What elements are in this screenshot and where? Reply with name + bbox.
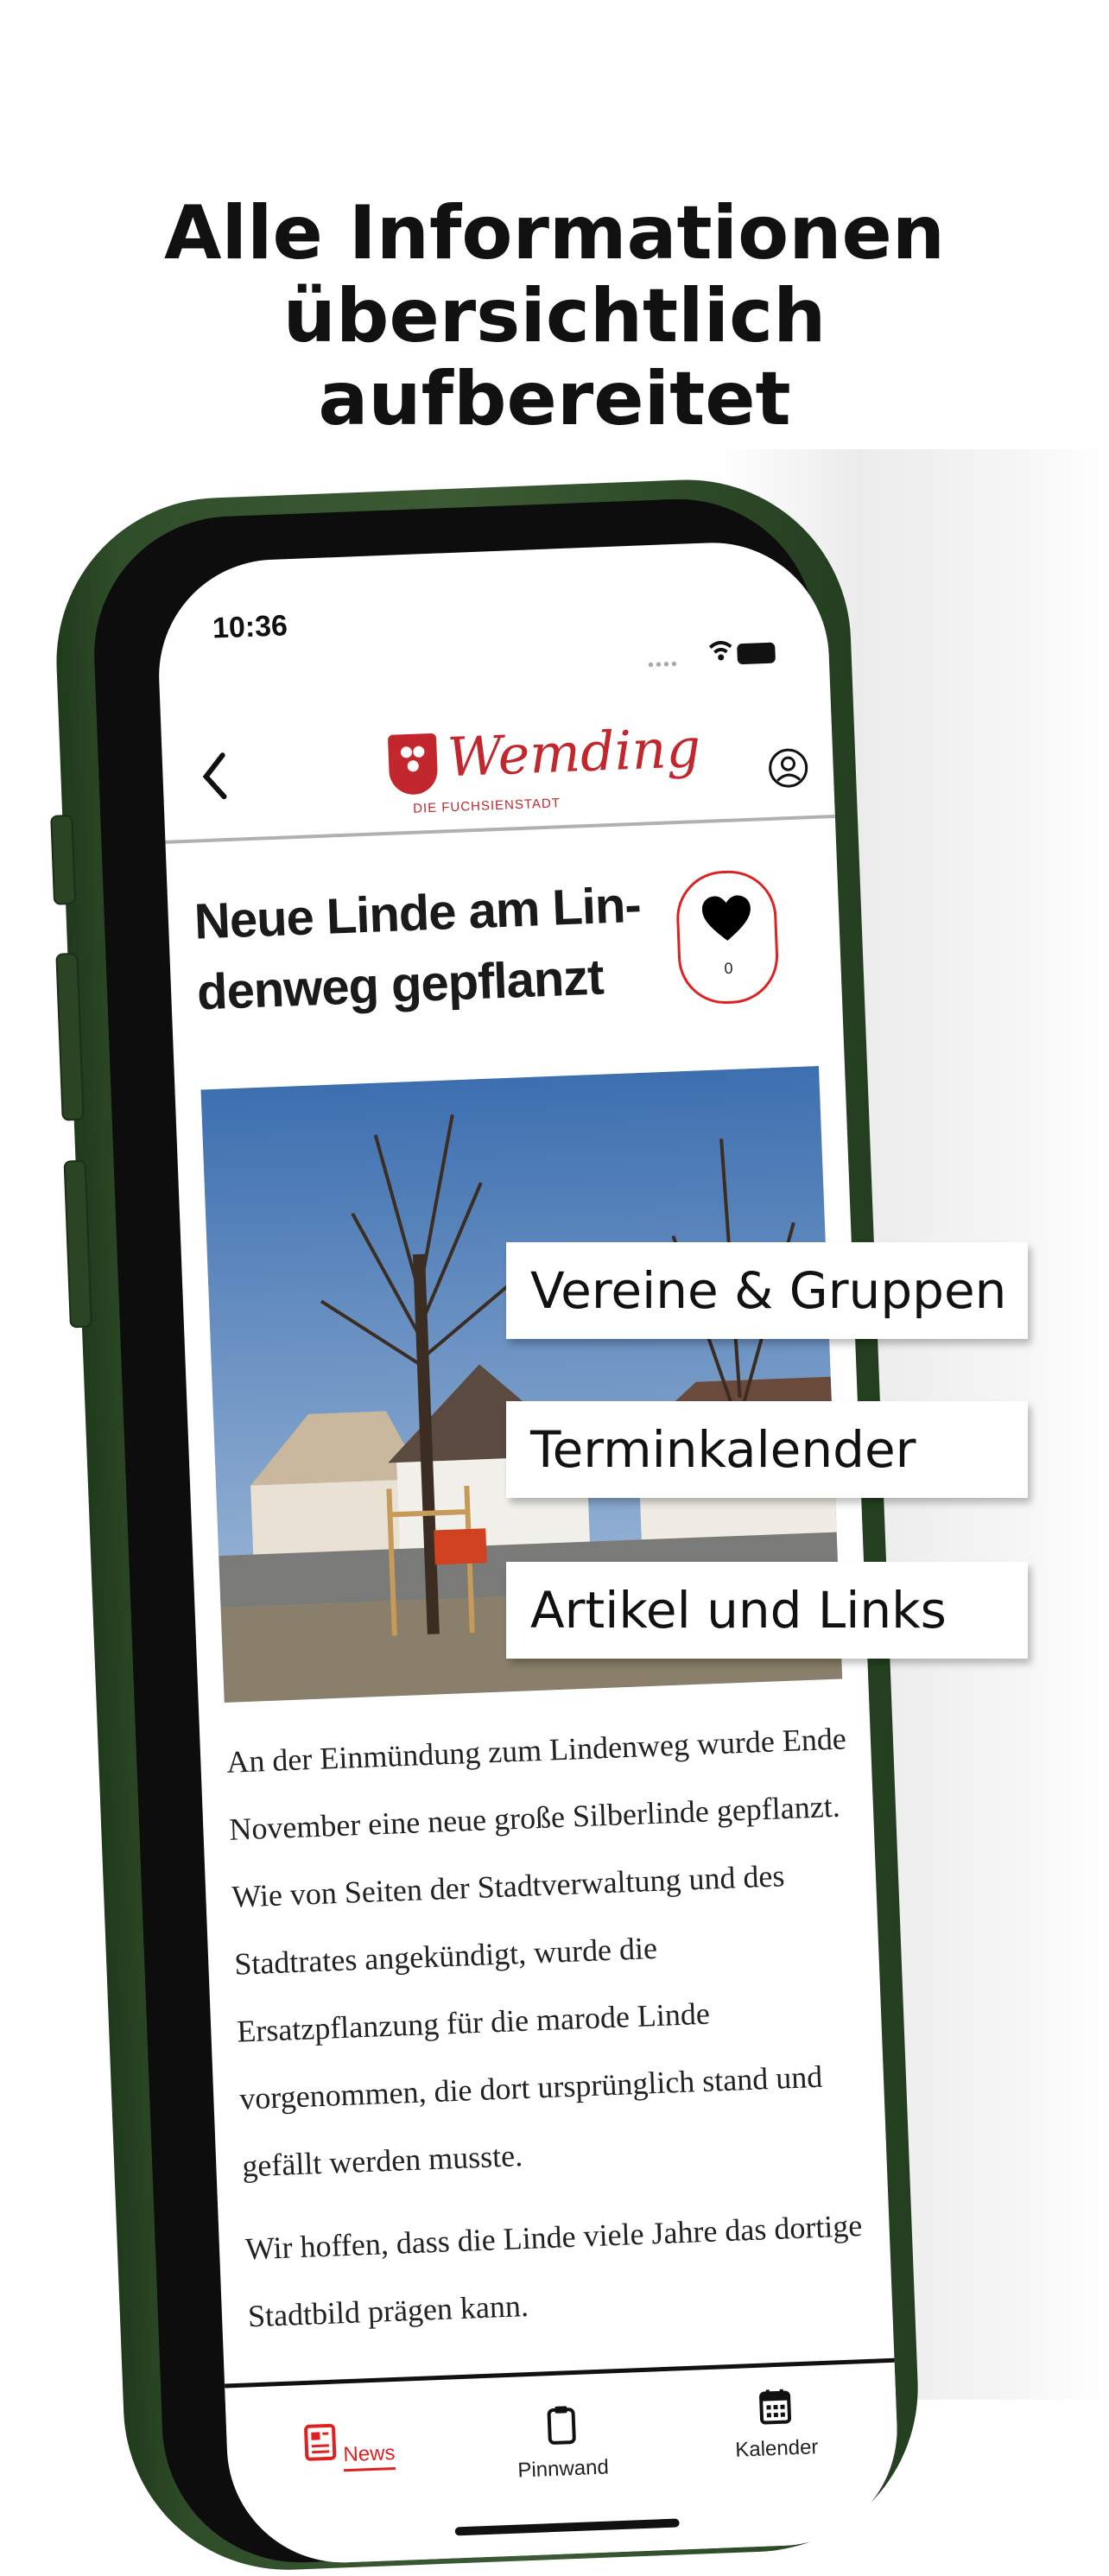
calendar-icon: [757, 2387, 794, 2427]
top-navigation: Wemding DIE FUCHSIENSTADT: [160, 676, 835, 844]
page-headline: Alle Informationen übersichtlich aufbere…: [0, 192, 1109, 441]
phone-screen: 10:36 •••• Wemding DIE FUCHSIENSTADT: [155, 538, 901, 2566]
logo-name: Wemding: [447, 716, 702, 789]
signal-icon: ••••: [648, 655, 680, 676]
article-paragraph-2: Wir hoffen, dass die Linde viele Jahre d…: [244, 2192, 871, 2351]
status-icons: ••••: [647, 635, 795, 675]
heart-icon: [700, 893, 753, 947]
headline-line-3: aufbereitet: [0, 358, 1109, 441]
phone-bezel: 10:36 •••• Wemding DIE FUCHSIENSTADT: [89, 494, 889, 2567]
logo-tagline: DIE FUCHSIENSTADT: [413, 796, 561, 816]
wemding-logo: Wemding DIE FUCHSIENSTADT: [388, 720, 607, 823]
bottom-tab-bar: News Pinnwand: [225, 2358, 902, 2567]
battery-icon: [737, 643, 776, 665]
tab-pinnwand[interactable]: Pinnwand: [491, 2402, 632, 2484]
tab-kalender[interactable]: Kalender: [706, 2385, 846, 2464]
profile-icon[interactable]: [767, 746, 810, 790]
tab-news[interactable]: News: [278, 2419, 418, 2474]
status-time: 10:36: [212, 609, 288, 645]
callout-terminkalender: Terminkalender: [506, 1401, 1028, 1498]
article-paragraph-1: An der Einmündung zum Lindenweg wurde En…: [225, 1704, 865, 2199]
callout-artikel-links: Artikel und Links: [506, 1562, 1028, 1659]
chevron-left-icon[interactable]: [196, 750, 232, 803]
coat-of-arms-icon: [388, 733, 439, 796]
tab-news-label: News: [343, 2441, 396, 2471]
like-button[interactable]: 0: [675, 869, 780, 1006]
callout-vereine-gruppen: Vereine & Gruppen: [506, 1242, 1028, 1339]
mute-switch: [50, 815, 76, 905]
article-title: Neue Linde am Lin- denweg gepflanzt: [193, 870, 647, 1029]
news-icon: [301, 2422, 340, 2464]
headline-line-2: übersichtlich: [0, 275, 1109, 358]
tab-pinnwand-label: Pinnwand: [494, 2454, 633, 2484]
tab-kalender-label: Kalender: [707, 2434, 846, 2464]
headline-line-1: Alle Informationen: [0, 192, 1109, 275]
wifi-icon: [707, 637, 734, 663]
clipboard-icon: [543, 2404, 580, 2447]
phone-mockup: 10:36 •••• Wemding DIE FUCHSIENSTADT: [50, 473, 923, 2576]
article-body: An der Einmündung zum Lindenweg wurde En…: [225, 1704, 871, 2365]
like-count: 0: [681, 958, 776, 980]
